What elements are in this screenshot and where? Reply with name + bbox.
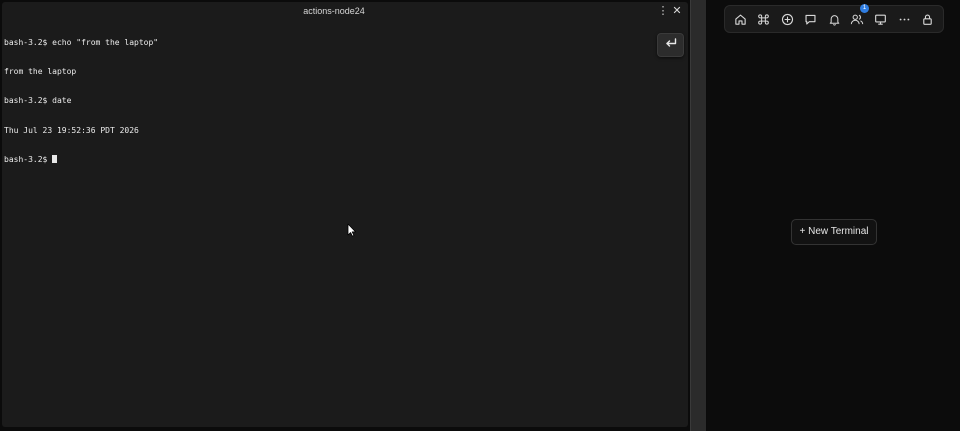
command-icon[interactable] — [755, 11, 771, 27]
terminal-prompt: bash-3.2$ — [4, 155, 53, 165]
terminal-line: bash-3.2$ echo "from the laptop" — [4, 37, 159, 47]
terminal-output[interactable]: bash-3.2$ echo "from the laptop" from th… — [4, 18, 158, 185]
terminal-line: from the laptop — [4, 66, 77, 76]
sidebar-pane: 1 + New Terminal — [707, 0, 960, 431]
enter-button[interactable] — [657, 33, 684, 57]
more-horizontal-icon[interactable] — [896, 11, 912, 27]
plus-circle-icon[interactable] — [779, 11, 795, 27]
terminal-line: Thu Jul 23 19:52:36 PDT 2026 — [4, 125, 139, 135]
pane-divider — [690, 0, 691, 431]
terminal-close-button[interactable]: ✕ — [670, 4, 684, 18]
app-root: actions-node24 ⋮ ✕ bash-3.2$ echo "from … — [0, 0, 960, 431]
users-notification-badge: 1 — [860, 4, 869, 13]
users-icon[interactable]: 1 — [849, 4, 869, 27]
text-cursor — [52, 155, 57, 164]
lock-icon[interactable] — [919, 11, 935, 27]
home-icon[interactable] — [732, 11, 748, 27]
top-toolbar: 1 — [724, 4, 944, 33]
terminal-prompt-line[interactable]: bash-3.2$ — [4, 155, 158, 165]
mouse-pointer-icon — [347, 223, 357, 237]
terminal-title: actions-node24 — [303, 6, 365, 16]
enter-return-icon — [664, 36, 678, 54]
new-terminal-button[interactable]: + New Terminal — [791, 219, 877, 245]
monitor-icon[interactable] — [872, 11, 888, 27]
terminal-line: bash-3.2$ date — [4, 96, 72, 106]
terminal-pane[interactable]: actions-node24 ⋮ ✕ bash-3.2$ echo "from … — [2, 2, 688, 427]
terminal-menu-button[interactable]: ⋮ — [657, 4, 669, 18]
bell-icon[interactable] — [826, 11, 842, 27]
chat-icon[interactable] — [802, 11, 818, 27]
pane-resize-handle[interactable] — [690, 0, 706, 431]
